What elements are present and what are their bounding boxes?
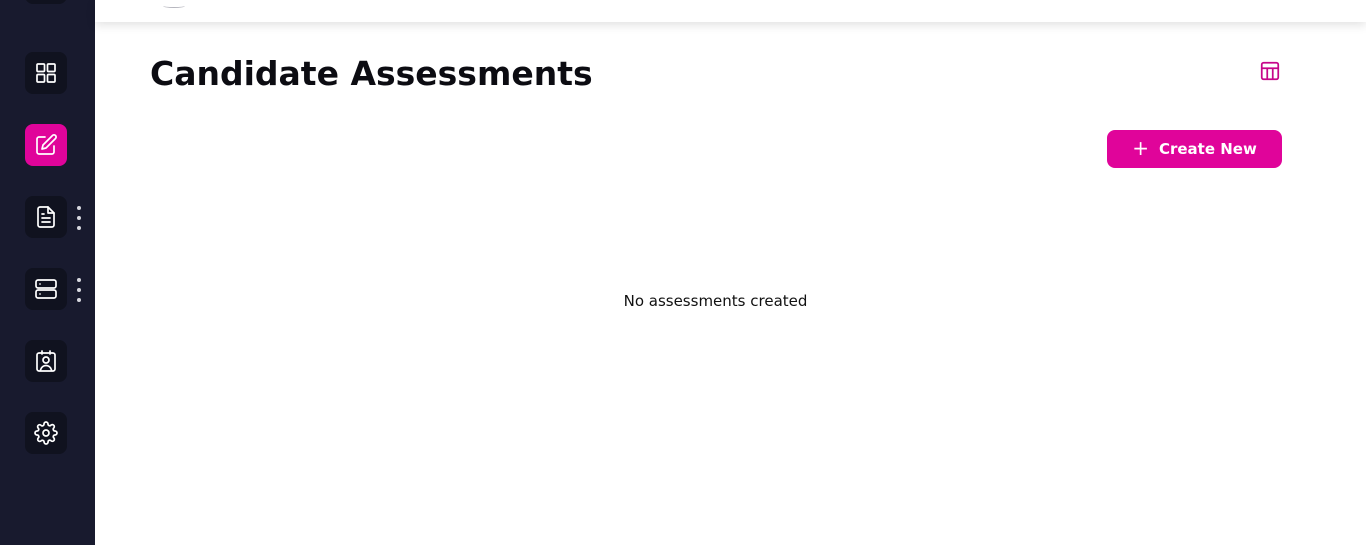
sidebar-item-assessments[interactable] xyxy=(25,124,67,166)
layout-icon xyxy=(1260,61,1280,81)
create-new-label: Create New xyxy=(1158,140,1257,158)
contact-card-icon xyxy=(36,350,56,372)
avatar[interactable] xyxy=(163,4,185,8)
sidebar-item-settings[interactable] xyxy=(25,412,67,454)
grid-icon xyxy=(36,63,56,83)
sidebar-item-dashboard[interactable] xyxy=(25,52,67,94)
page-title: Candidate Assessments xyxy=(150,54,593,93)
documents-more-menu-icon[interactable] xyxy=(72,206,86,230)
create-new-button[interactable]: + Create New xyxy=(1107,130,1282,168)
document-icon xyxy=(37,206,55,228)
edit-icon xyxy=(36,134,57,155)
gear-icon xyxy=(34,421,58,445)
layout-toggle-button[interactable] xyxy=(1258,59,1282,83)
plus-icon: + xyxy=(1132,136,1149,160)
empty-state-message: No assessments created xyxy=(623,292,808,310)
sidebar-item-documents[interactable] xyxy=(25,196,67,238)
sidebar xyxy=(0,0,95,545)
sidebar-item-candidates[interactable] xyxy=(25,340,67,382)
sidebar-item-top-partial[interactable] xyxy=(25,0,67,4)
top-bar xyxy=(95,0,1366,22)
